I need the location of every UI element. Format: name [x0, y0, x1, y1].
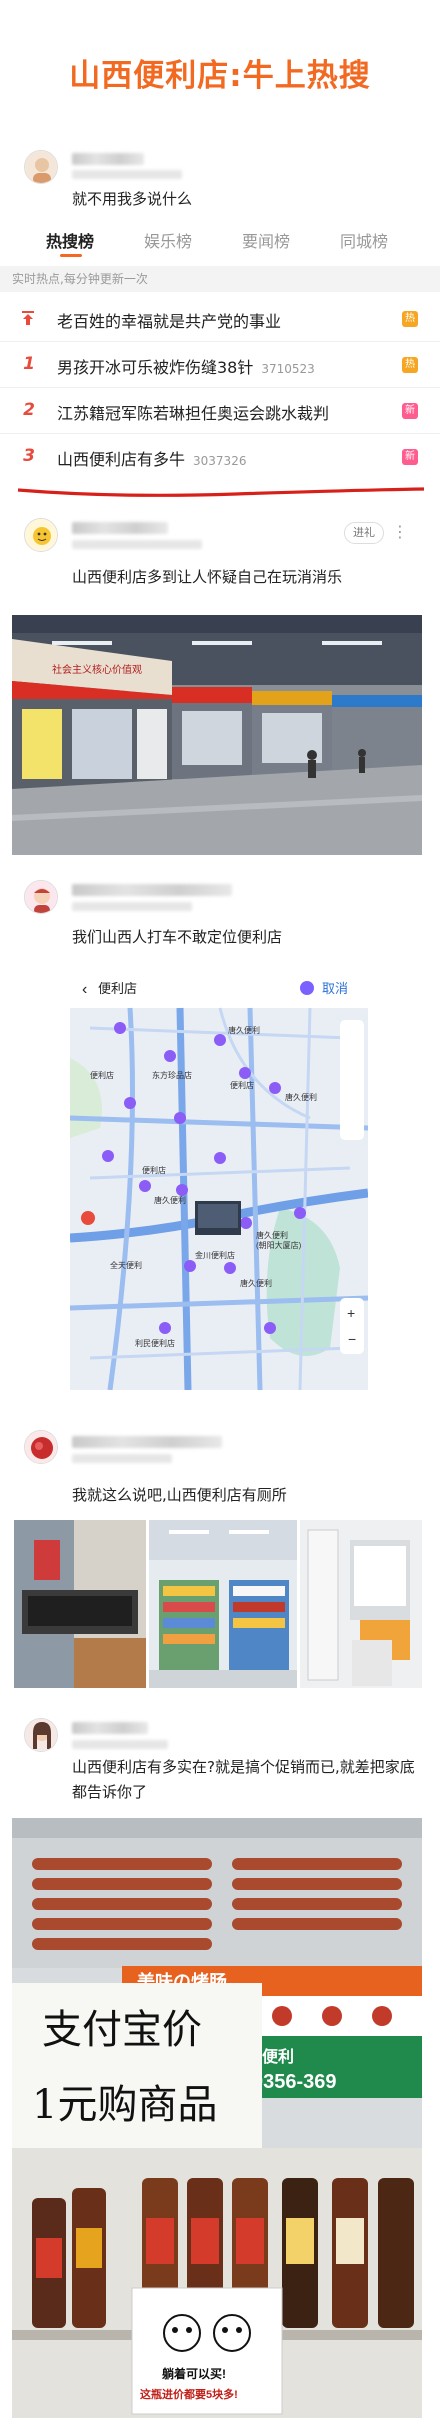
rank-number: 2 [23, 400, 35, 420]
store-sign: 社会主义核心价值观 [52, 663, 142, 676]
hot-title: 山西便利店有多牛 3037326 [57, 450, 247, 469]
photo-promo[interactable]: 美味の烤肠 便利 0356-369 支付宝价 1元购商品 躺着可以买! 这瓶进价… [12, 1818, 422, 2418]
username-blurred [72, 153, 144, 165]
hot-badge: 热 [402, 311, 418, 327]
hot-row[interactable]: 2 江苏籍冠军陈若琳担任奥运会跳水裁判 新 [0, 388, 440, 434]
avatar[interactable] [24, 1718, 58, 1752]
store-brand: 便利 [262, 2047, 294, 2066]
avatar[interactable] [24, 1430, 58, 1464]
svg-text:便利店: 便利店 [230, 1080, 254, 1090]
svg-text:唐久便利: 唐久便利 [240, 1278, 272, 1288]
post-meta-blurred [72, 170, 182, 179]
hot-title: 老百姓的幸福就是共产党的事业 [57, 312, 282, 331]
svg-text:唐久便利: 唐久便利 [154, 1195, 186, 1205]
meme-top-text: 躺着可以买! [162, 2366, 226, 2381]
tab-hot[interactable]: 热搜榜 [46, 228, 94, 252]
hot-row[interactable]: 1 男孩开冰可乐被炸伤缝38针 3710523 热 [0, 342, 440, 388]
svg-text:金川便利店: 金川便利店 [195, 1250, 235, 1260]
hot-title: 男孩开冰可乐被炸伤缝38针 3710523 [57, 358, 315, 377]
hot-row[interactable]: 3 山西便利店有多牛 3037326 新 [0, 434, 440, 480]
new-badge: 新 [402, 449, 418, 465]
meme-bottom-text: 这瓶进价都要5块多! [140, 2387, 238, 2401]
photo-stores[interactable]: 社会主义核心价值观 [12, 615, 422, 855]
rank-number: 3 [23, 446, 35, 466]
follow-button[interactable]: 进礼 [344, 522, 384, 544]
username-blurred [72, 1722, 148, 1734]
hot-row[interactable]: 老百姓的幸福就是共产党的事业 热 [0, 296, 440, 342]
username-blurred [72, 522, 168, 534]
photo-restroom-door[interactable] [14, 1520, 146, 1688]
map-search-text: 便利店 [98, 981, 137, 996]
page-title: 山西便利店:牛上热搜 [69, 58, 371, 94]
svg-text:−: − [348, 1331, 356, 1347]
post-meta-blurred [72, 1740, 168, 1749]
hot-count: 3710523 [261, 362, 315, 376]
svg-text:便利店: 便利店 [90, 1070, 114, 1080]
promo-line1: 支付宝价 [42, 2007, 202, 2053]
svg-text:‹: ‹ [82, 981, 87, 998]
username-blurred [72, 1436, 222, 1448]
avatar[interactable] [24, 880, 58, 914]
post-meta-blurred [72, 1454, 172, 1463]
svg-text:+: + [347, 1305, 355, 1321]
rank-number: 1 [23, 354, 35, 374]
svg-text:唐久便利: 唐久便利 [228, 1025, 260, 1035]
post-text: 山西便利店多到让人怀疑自己在玩消消乐 [72, 568, 343, 586]
realtime-notice: 实时热点,每分钟更新一次 [0, 266, 440, 292]
svg-text:便利店: 便利店 [142, 1165, 166, 1175]
post-meta-blurred [72, 540, 202, 549]
tab-news[interactable]: 要闻榜 [242, 228, 290, 252]
tab-entertainment[interactable]: 娱乐榜 [144, 228, 192, 252]
svg-text:唐久便利: 唐久便利 [285, 1092, 317, 1102]
hot-count: 3037326 [193, 454, 247, 468]
avatar[interactable] [24, 150, 58, 184]
post-text: 我们山西人打车不敢定位便利店 [72, 928, 283, 946]
post-text: 我就这么说吧,山西便利店有厕所 [72, 1486, 287, 1504]
post-meta-blurred [72, 902, 192, 911]
post-text: 就不用我多说什么 [72, 190, 193, 208]
hot-badge: 热 [402, 357, 418, 373]
svg-text:利民便利店: 利民便利店 [135, 1338, 175, 1348]
map-cancel-button: 取消 [322, 981, 348, 996]
promo-line2: 1元购商品 [32, 2082, 217, 2128]
pin-icon [22, 311, 34, 325]
username-blurred [72, 884, 232, 896]
svg-text:东方珍品店: 东方珍品店 [152, 1070, 192, 1080]
screenshot-page: 山西便利店:牛上热搜 就不用我多说什么 热搜榜 娱乐榜 要闻榜 同城榜 实时热点… [0, 0, 440, 2424]
hot-title: 江苏籍冠军陈若琳担任奥运会跳水裁判 [57, 404, 330, 423]
svg-text:(朝阳大厦店): (朝阳大厦店) [256, 1240, 302, 1250]
photo-restroom-hall[interactable] [300, 1520, 422, 1688]
more-icon[interactable]: ⋮ [392, 522, 408, 541]
tab-local[interactable]: 同城榜 [340, 228, 388, 252]
highlight-underline [17, 487, 425, 497]
photo-store-interior[interactable] [149, 1520, 297, 1688]
avatar[interactable] [24, 518, 58, 552]
active-tab-indicator [60, 254, 82, 257]
svg-text:唐久便利: 唐久便利 [256, 1230, 288, 1240]
store-phone: 0356-369 [252, 2071, 337, 2093]
hotsearch-tabs: 热搜榜 娱乐榜 要闻榜 同城榜 [0, 228, 440, 264]
new-badge: 新 [402, 403, 418, 419]
svg-text:全天便利: 全天便利 [110, 1260, 142, 1270]
map-screenshot[interactable]: ‹ 便利店 取消 + − 便利店 东方珍品店 唐久便利 便利店 唐久便利 便利店… [70, 968, 368, 1390]
post-text: 山西便利店有多实在?就是搞个促销而已,就差把家底都告诉你了 [72, 1758, 415, 1801]
